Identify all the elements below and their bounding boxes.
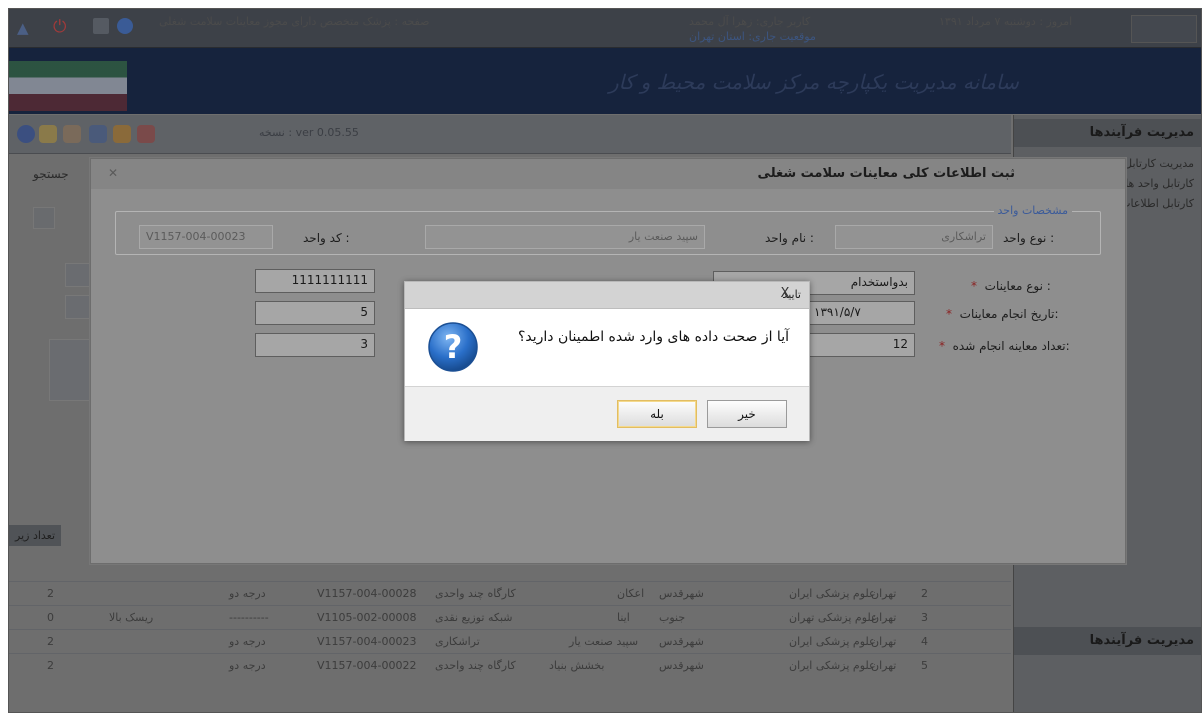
page-label: صفحه : پزشک متخصص دارای مجوز معاینات سلا… [159,15,430,28]
no-button[interactable]: خیر [707,400,787,428]
help-icon[interactable] [17,125,35,143]
exam-count-label: * تعداد معاینه انجام شده: [939,339,1070,353]
right-panel-header: مدیریت فرآیندها [1014,119,1201,147]
left-field-2[interactable]: 5 [255,301,375,325]
right-panel-item-unit-cartable[interactable]: کارتابل واحد ها [1125,177,1194,190]
unit-info-legend: مشخصات واحد [993,204,1072,217]
left-field-1[interactable]: 1111111111 [255,269,375,293]
folder-icon[interactable] [113,125,131,143]
modal-title: ثبت اطلاعات کلی معاینات سلامت شغلی [757,166,1015,181]
svg-text:?: ? [444,328,463,366]
date-label: امروز : دوشنبه ۷ مرداد ۱۳۹۱ [939,15,1073,28]
excel-icon[interactable] [137,125,155,143]
confirm-dialog: X تایید ? آیا از صحت داده های وارد شده ا… [404,281,810,441]
question-icon: ? [428,322,478,372]
current-user-label: کاربر جاری: زهرا آل محمد [689,15,811,28]
unit-name-field: سپید صنعت یار [425,225,705,249]
confirm-dialog-footer: بله خیر [405,386,809,441]
yes-button[interactable]: بله [617,400,697,428]
modal-titlebar: ثبت اطلاعات کلی معاینات سلامت شغلی ✕ [91,159,1125,189]
table-row[interactable]: 0 ریسک بالا ---------- V1105-002-00008 ش… [9,605,1011,630]
power-icon[interactable]: ⏻ [53,17,66,37]
unit-code-field: V1157-004-00023 [139,225,273,249]
exam-date-label: * تاریخ انجام معاینات: [946,307,1059,321]
confirm-dialog-body: ? آیا از صحت داده های وارد شده اطمینان د… [405,309,809,385]
exam-date-field[interactable]: ۱۳۹۱/۵/۷ [807,301,915,325]
print-icon[interactable] [93,18,109,34]
grid-button[interactable] [33,207,55,229]
table-row[interactable]: 2 درجه دو V1157-004-00028 کارگاه چند واح… [9,581,1011,606]
exam-count-field[interactable]: 12 [807,333,915,357]
flag-logo [9,61,127,111]
header-box [1131,15,1197,43]
right-panel-item-info-cartable[interactable]: کارتابل اطلاعات [1120,197,1194,210]
exam-type-label: * نوع معاینات : [971,279,1051,293]
count-column-header: تعداد زیر [9,525,62,546]
right-panel-footer-header: مدیریت فرآیندها [1014,627,1201,655]
left-field-3[interactable]: 3 [255,333,375,357]
search-tab[interactable]: جستجو [33,167,69,181]
unit-type-field: تراشکاری [835,225,993,249]
percent-icon[interactable] [39,125,57,143]
confirm-dialog-title: تایید [782,288,801,301]
version-label: نسخه : ver 0.05.55 [259,126,359,139]
unit-name-label: نام واحد : [765,231,814,245]
confirm-message: آیا از صحت داده های وارد شده اطمینان دار… [517,329,789,345]
top-bar: ▲ ⏻ صفحه : پزشک متخصص دارای مجوز معاینات… [9,9,1201,48]
system-banner: سامانه مدیریت یکپارچه مرکز سلامت محیط و … [9,48,1201,114]
info-icon[interactable] [117,18,133,34]
table-row[interactable]: 2 درجه دو V1157-004-00022 کارگاه چند واح… [9,653,1011,678]
percent-alt-icon[interactable] [63,125,81,143]
upload-icon[interactable]: ▲ [17,19,29,37]
banner-title: سامانه مدیریت یکپارچه مرکز سلامت محیط و … [609,70,1019,94]
toolbar: نسخه : ver 0.05.55 [9,115,1011,154]
user-icon[interactable] [89,125,107,143]
current-location-label: موقعیت جاری: استان تهران [689,30,816,43]
table-row[interactable]: 2 درجه دو V1157-004-00023 تراشکاری سپید … [9,629,1011,654]
unit-code-label: کد واحد : [303,231,350,245]
unit-type-label: نوع واحد : [1003,231,1055,245]
close-icon[interactable]: ✕ [105,165,121,181]
confirm-dialog-titlebar: X تایید [405,282,809,309]
